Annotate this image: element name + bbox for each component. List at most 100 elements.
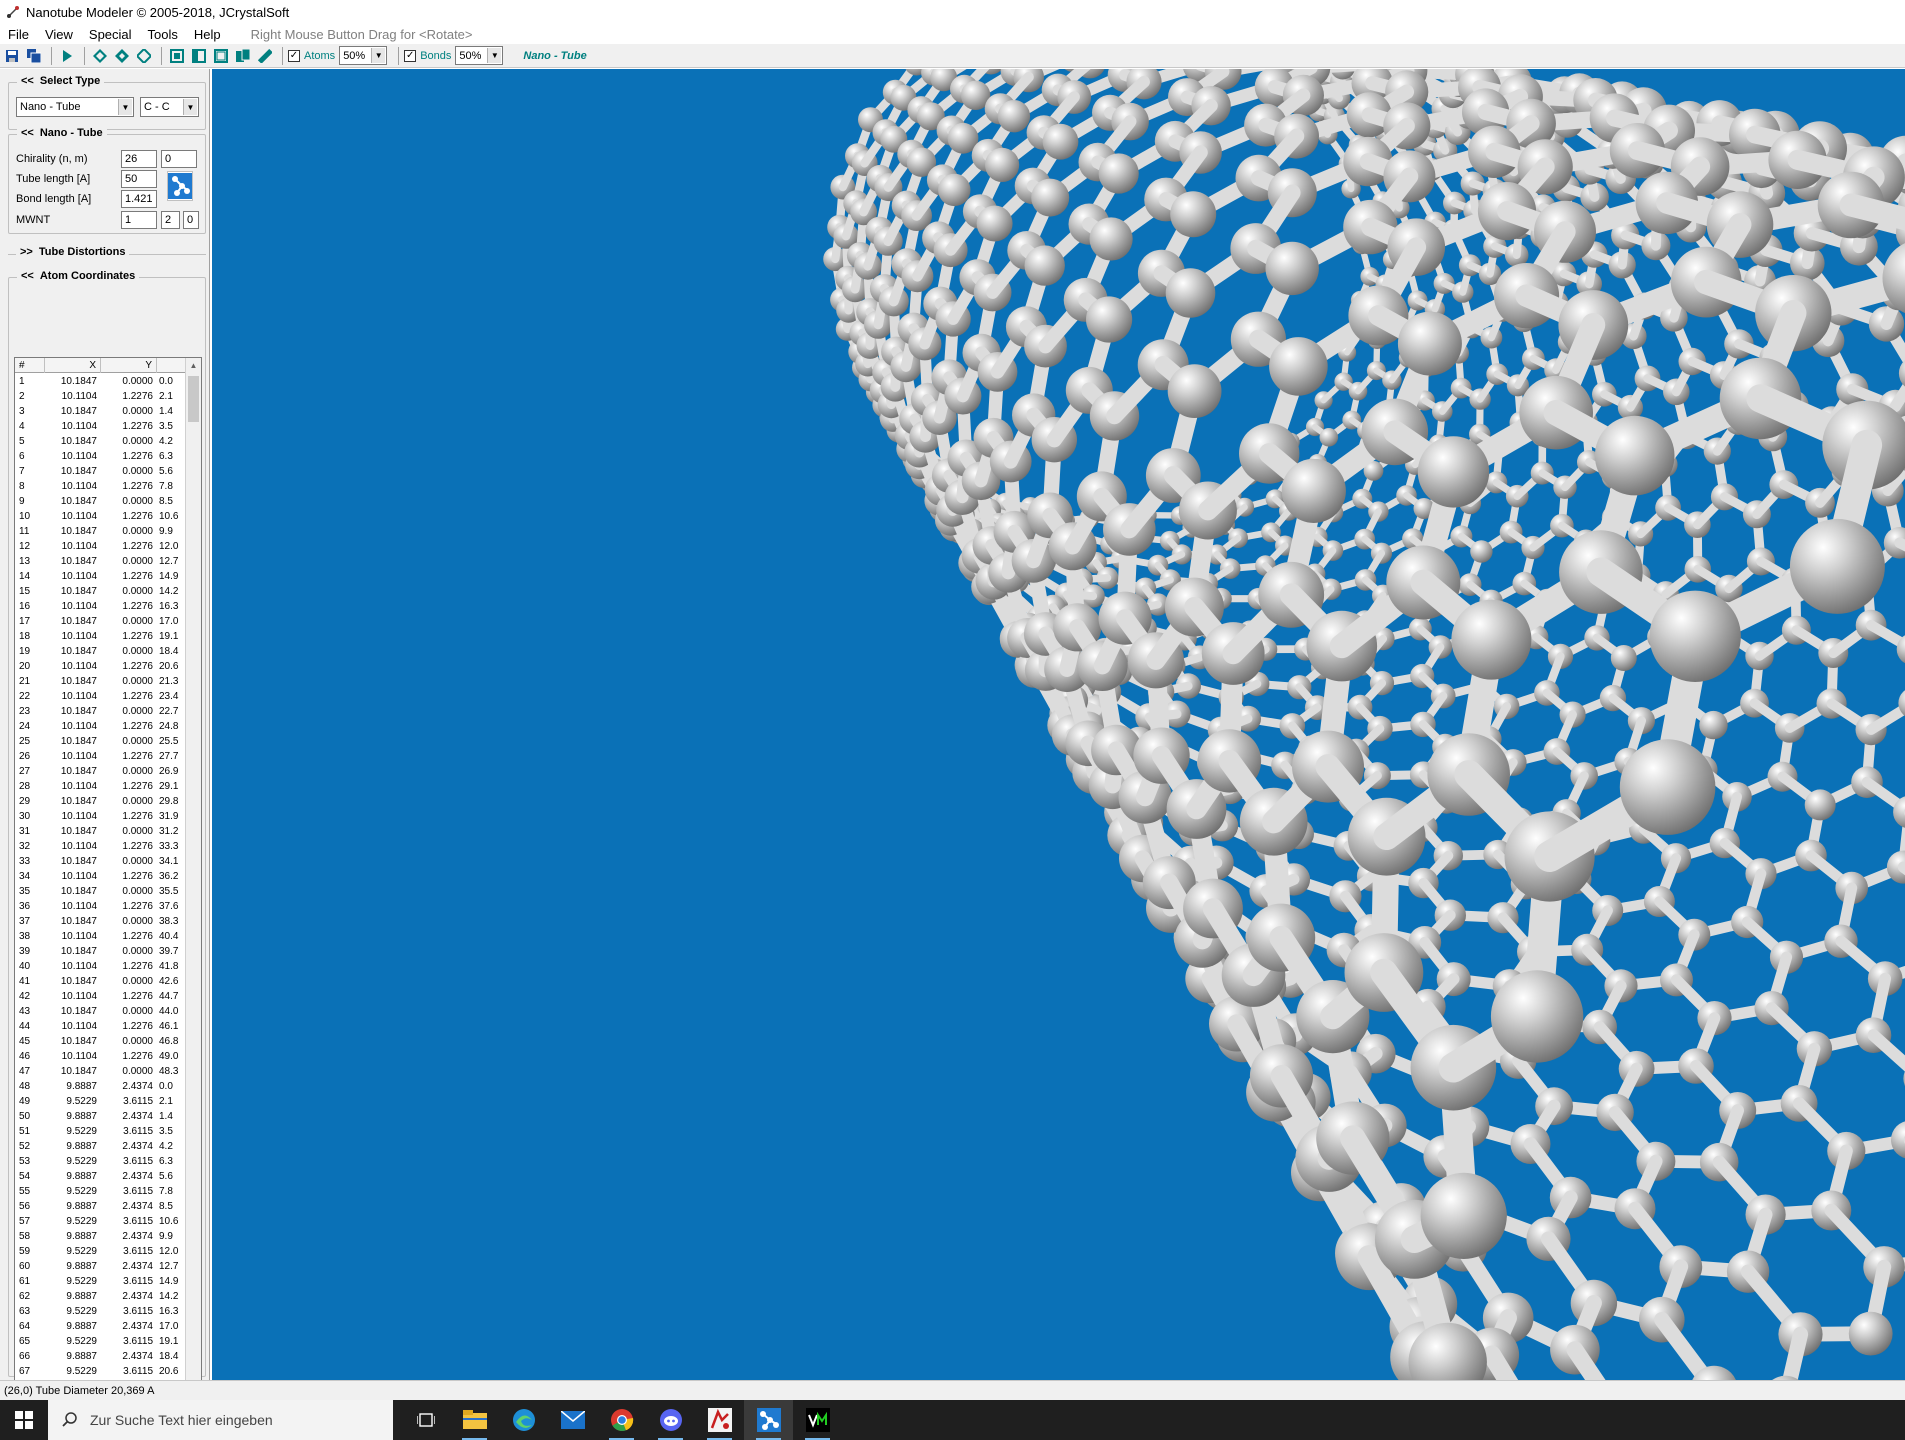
chrome-icon[interactable] — [597, 1400, 646, 1440]
mwnt-input-3[interactable]: 0 — [183, 211, 199, 229]
chevron-down-icon[interactable]: ▼ — [118, 99, 132, 115]
atom[interactable] — [1649, 590, 1741, 682]
rotate-y-icon[interactable] — [112, 46, 132, 66]
table-row[interactable]: 65 9.5229 3.6115 19.1 — [15, 1334, 187, 1349]
table-row[interactable]: 1 10.1847 0.0000 0.0 — [15, 374, 187, 389]
column-header-index[interactable]: # — [15, 358, 45, 373]
save-icon[interactable] — [2, 46, 22, 66]
table-row[interactable]: 54 9.8887 2.4374 5.6 — [15, 1169, 187, 1184]
view-side-icon[interactable] — [189, 46, 209, 66]
atom[interactable] — [1397, 311, 1462, 376]
task-view-icon[interactable] — [401, 1400, 450, 1440]
bonds-scale-select[interactable]: 50% ▼ — [455, 46, 504, 65]
table-row[interactable]: 3 10.1847 0.0000 1.4 — [15, 404, 187, 419]
atoms-toggle[interactable]: ✓ Atoms — [288, 49, 335, 62]
file-explorer-icon[interactable] — [450, 1400, 499, 1440]
table-row[interactable]: 48 9.8887 2.4374 0.0 — [15, 1079, 187, 1094]
table-row[interactable]: 22 10.1104 1.2276 23.4 — [15, 689, 187, 704]
atom[interactable] — [1420, 1172, 1507, 1259]
table-row[interactable]: 33 10.1847 0.0000 34.1 — [15, 854, 187, 869]
atoms-checkbox[interactable]: ✓ — [288, 49, 300, 62]
atom[interactable] — [1281, 458, 1346, 523]
table-row[interactable]: 30 10.1104 1.2276 31.9 — [15, 809, 187, 824]
atom[interactable] — [1882, 240, 1905, 317]
table-row[interactable]: 12 10.1104 1.2276 12.0 — [15, 539, 187, 554]
table-row[interactable]: 28 10.1104 1.2276 29.1 — [15, 779, 187, 794]
scroll-up-icon[interactable]: ▲ — [186, 358, 201, 373]
atom[interactable] — [1490, 970, 1584, 1063]
molecule-viewport[interactable] — [212, 69, 1905, 1380]
table-row[interactable]: 6 10.1104 1.2276 6.3 — [15, 449, 187, 464]
play-icon[interactable] — [57, 46, 77, 66]
atom[interactable] — [1848, 1311, 1893, 1356]
table-row[interactable]: 43 10.1847 0.0000 44.0 — [15, 1004, 187, 1019]
chevron-down-icon[interactable]: ▼ — [487, 48, 502, 63]
table-row[interactable]: 55 9.5229 3.6115 7.8 — [15, 1184, 187, 1199]
table-row[interactable]: 31 10.1847 0.0000 31.2 — [15, 824, 187, 839]
atom[interactable] — [1042, 123, 1079, 160]
table-row[interactable]: 58 9.8887 2.4374 9.9 — [15, 1229, 187, 1244]
table-row[interactable]: 61 9.5229 3.6115 14.9 — [15, 1274, 187, 1289]
table-row[interactable]: 34 10.1104 1.2276 36.2 — [15, 869, 187, 884]
start-button[interactable] — [0, 1400, 48, 1440]
table-row[interactable]: 59 9.5229 3.6115 12.0 — [15, 1244, 187, 1259]
table-row[interactable]: 13 10.1847 0.0000 12.7 — [15, 554, 187, 569]
table-row[interactable]: 35 10.1847 0.0000 35.5 — [15, 884, 187, 899]
atom[interactable] — [1031, 178, 1070, 217]
table-row[interactable]: 45 10.1847 0.0000 46.8 — [15, 1034, 187, 1049]
table-row[interactable]: 21 10.1847 0.0000 21.3 — [15, 674, 187, 689]
table-row[interactable]: 36 10.1104 1.2276 37.6 — [15, 899, 187, 914]
table-row[interactable]: 67 9.5229 3.6115 20.6 — [15, 1364, 187, 1379]
table-row[interactable]: 9 10.1847 0.0000 8.5 — [15, 494, 187, 509]
menu-help[interactable]: Help — [186, 27, 229, 42]
atom[interactable] — [1024, 245, 1065, 286]
atom[interactable] — [1086, 296, 1133, 343]
table-row[interactable]: 29 10.1847 0.0000 29.8 — [15, 794, 187, 809]
table-row[interactable]: 24 10.1104 1.2276 24.8 — [15, 719, 187, 734]
table-row[interactable]: 16 10.1104 1.2276 16.3 — [15, 599, 187, 614]
atom[interactable] — [997, 100, 1031, 133]
atom[interactable] — [1699, 710, 1728, 740]
atom-coordinates-header[interactable]: << Atom Coordinates — [17, 270, 140, 282]
table-row[interactable]: 14 10.1104 1.2276 14.9 — [15, 569, 187, 584]
table-row[interactable]: 56 9.8887 2.4374 8.5 — [15, 1199, 187, 1214]
atom[interactable] — [1451, 599, 1532, 680]
chevron-down-icon[interactable]: ▼ — [371, 48, 386, 63]
atom[interactable] — [1470, 540, 1493, 563]
table-row[interactable]: 47 10.1847 0.0000 48.3 — [15, 1064, 187, 1079]
table-row[interactable]: 40 10.1104 1.2276 41.8 — [15, 959, 187, 974]
table-row[interactable]: 23 10.1847 0.0000 22.7 — [15, 704, 187, 719]
table-row[interactable]: 11 10.1847 0.0000 9.9 — [15, 524, 187, 539]
table-row[interactable]: 64 9.8887 2.4374 17.0 — [15, 1319, 187, 1334]
rotate-z-icon[interactable] — [134, 46, 154, 66]
jcrystalsoft-icon[interactable] — [695, 1400, 744, 1440]
bonds-checkbox[interactable]: ✓ — [404, 49, 417, 62]
table-row[interactable]: 5 10.1847 0.0000 4.2 — [15, 434, 187, 449]
atom[interactable] — [1610, 645, 1637, 671]
table-row[interactable]: 39 10.1847 0.0000 39.7 — [15, 944, 187, 959]
select-type-header[interactable]: << Select Type — [17, 75, 105, 87]
table-row[interactable]: 46 10.1104 1.2276 49.0 — [15, 1049, 187, 1064]
table-row[interactable]: 26 10.1104 1.2276 27.7 — [15, 749, 187, 764]
atom[interactable] — [938, 173, 971, 207]
table-row[interactable]: 27 10.1847 0.0000 26.9 — [15, 764, 187, 779]
atom[interactable] — [985, 147, 1020, 182]
nanotube-render[interactable] — [212, 69, 1905, 1380]
save-all-icon[interactable] — [24, 46, 44, 66]
structure-select[interactable]: Nano - Tube ▼ — [16, 97, 134, 117]
atom[interactable] — [1167, 364, 1222, 418]
rotate-x-icon[interactable] — [90, 46, 110, 66]
atoms-scale-select[interactable]: 50% ▼ — [339, 46, 388, 65]
table-row[interactable]: 7 10.1847 0.0000 5.6 — [15, 464, 187, 479]
table-row[interactable]: 49 9.5229 3.6115 2.1 — [15, 1094, 187, 1109]
nano-tube-header[interactable]: << Nano - Tube — [17, 127, 107, 139]
table-row[interactable]: 19 10.1847 0.0000 18.4 — [15, 644, 187, 659]
mail-icon[interactable] — [548, 1400, 597, 1440]
vertical-scrollbar[interactable]: ▲ ▼ — [185, 358, 201, 1422]
atom[interactable] — [1417, 436, 1490, 508]
table-row[interactable]: 8 10.1104 1.2276 7.8 — [15, 479, 187, 494]
chevron-down-icon[interactable]: ▼ — [183, 99, 197, 115]
column-header-x[interactable]: X — [45, 358, 101, 373]
table-row[interactable]: 42 10.1104 1.2276 44.7 — [15, 989, 187, 1004]
menu-file[interactable]: File — [0, 27, 37, 42]
